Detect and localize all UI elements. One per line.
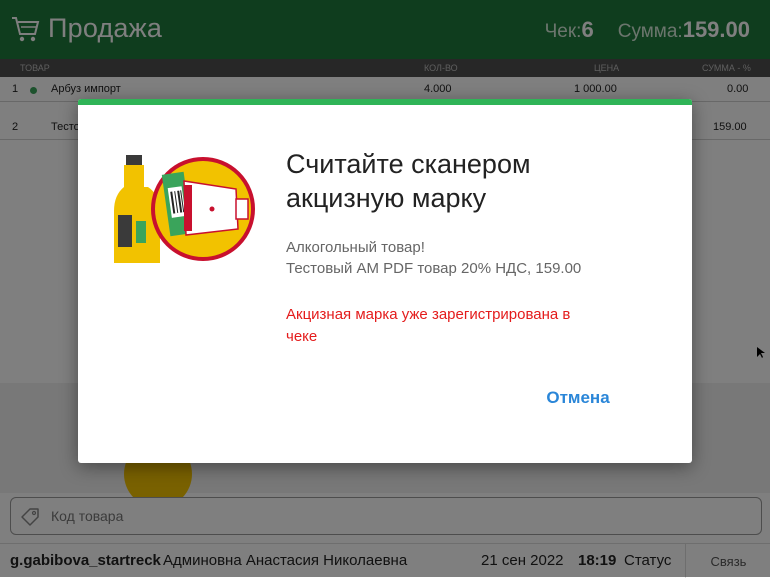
cancel-button[interactable]: Отмена (518, 383, 638, 413)
dialog-accent-bar (78, 99, 692, 105)
dialog-error-message: Акцизная марка уже зарегистрирована в че… (286, 306, 571, 345)
excise-scan-dialog: Считайте сканером акцизную марку Алкогол… (78, 99, 692, 463)
mouse-cursor-icon (757, 347, 765, 358)
dialog-title: Считайте сканером акцизную марку (286, 149, 531, 213)
dialog-description: Алкогольный товар! Тестовый АМ PDF товар… (286, 239, 582, 277)
bottle-scanner-illustration (114, 155, 255, 263)
